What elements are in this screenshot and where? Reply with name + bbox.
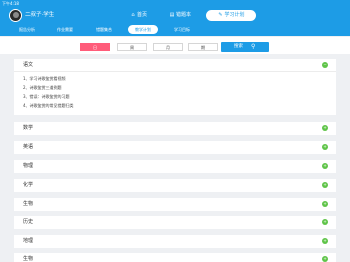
subject-title: 语文 [23, 62, 34, 68]
subject-row[interactable]: 物理 + [14, 160, 336, 173]
subject-row[interactable]: 数学 + [14, 122, 336, 135]
subject-row[interactable]: 生物 + [14, 253, 336, 262]
sub-nav: 报告分析 作业需要 错题集合 教学计划 学习目标 [0, 24, 350, 36]
subject-title: 生物 [23, 256, 34, 262]
subject-title: 物理 [23, 163, 34, 169]
subject-panel-expanded: 语文 − 1、学习诗歌鉴赏看视频 2、诗歌鉴赏三道例题 3、错误：诗歌鉴赏的习题… [14, 59, 336, 115]
sub-tab-report[interactable]: 报告分析 [13, 25, 41, 34]
search-button[interactable]: 搜索 ⚲ [221, 42, 269, 52]
tab-mistakes[interactable]: ▤ 错题本 [163, 10, 197, 21]
app-header: 二叔子·学生 ⌂ 首页 ▤ 错题本 ✎ 学习计划 [0, 7, 350, 24]
expand-toggle-icon[interactable]: + [322, 256, 328, 262]
notebook-icon: ▤ [169, 12, 175, 18]
subject-title: 化学 [23, 182, 34, 188]
tab-study-plan[interactable]: ✎ 学习计划 [206, 10, 256, 21]
expand-toggle-icon[interactable]: + [322, 144, 328, 150]
subject-title: 生物 [23, 201, 34, 207]
sub-tab-goals[interactable]: 学习目标 [168, 25, 196, 34]
sub-tab-teaching-plan[interactable]: 教学计划 [128, 25, 158, 34]
subject-title: 英语 [23, 144, 34, 150]
search-icon: ⚲ [251, 43, 256, 50]
collapse-toggle-icon[interactable]: − [322, 62, 328, 68]
status-time: 下午4:18 [2, 1, 19, 6]
edit-icon: ✎ [218, 12, 223, 18]
subject-title: 地理 [23, 238, 34, 244]
subject-row[interactable]: 地理 + [14, 235, 336, 248]
period-month[interactable]: 月 [153, 43, 183, 51]
period-week[interactable]: 周 [117, 43, 147, 51]
period-toolbar: 日 周 月 期 搜索 ⚲ [0, 37, 350, 54]
subject-row[interactable]: 英语 + [14, 141, 336, 154]
task-item: 3、错误：诗歌鉴赏的习题 [23, 94, 70, 99]
sub-tab-mistakes[interactable]: 错题集合 [90, 25, 118, 34]
subject-title: 历史 [23, 219, 34, 225]
period-term[interactable]: 期 [188, 43, 218, 51]
subject-title: 数学 [23, 125, 34, 131]
subject-header[interactable]: 语文 − [14, 59, 336, 72]
home-icon: ⌂ [131, 12, 135, 18]
period-day[interactable]: 日 [80, 43, 110, 51]
expand-toggle-icon[interactable]: + [322, 125, 328, 131]
subject-row[interactable]: 历史 + [14, 216, 336, 229]
expand-toggle-icon[interactable]: + [322, 182, 328, 188]
expand-toggle-icon[interactable]: + [322, 238, 328, 244]
subject-row[interactable]: 化学 + [14, 179, 336, 192]
status-bar: 下午4:18 [0, 0, 350, 7]
expand-toggle-icon[interactable]: + [322, 163, 328, 169]
expand-toggle-icon[interactable]: + [322, 201, 328, 207]
avatar[interactable] [9, 9, 22, 22]
sub-tab-homework[interactable]: 作业需要 [51, 25, 79, 34]
tab-home[interactable]: ⌂ 首页 [125, 10, 152, 21]
task-item: 4、诗歌鉴赏的常见错题归类 [23, 103, 74, 108]
subject-row[interactable]: 生物 + [14, 198, 336, 211]
user-name: 二叔子·学生 [25, 12, 55, 18]
task-item: 2、诗歌鉴赏三道例题 [23, 85, 62, 90]
expand-toggle-icon[interactable]: + [322, 219, 328, 225]
task-item: 1、学习诗歌鉴赏看视频 [23, 76, 66, 81]
